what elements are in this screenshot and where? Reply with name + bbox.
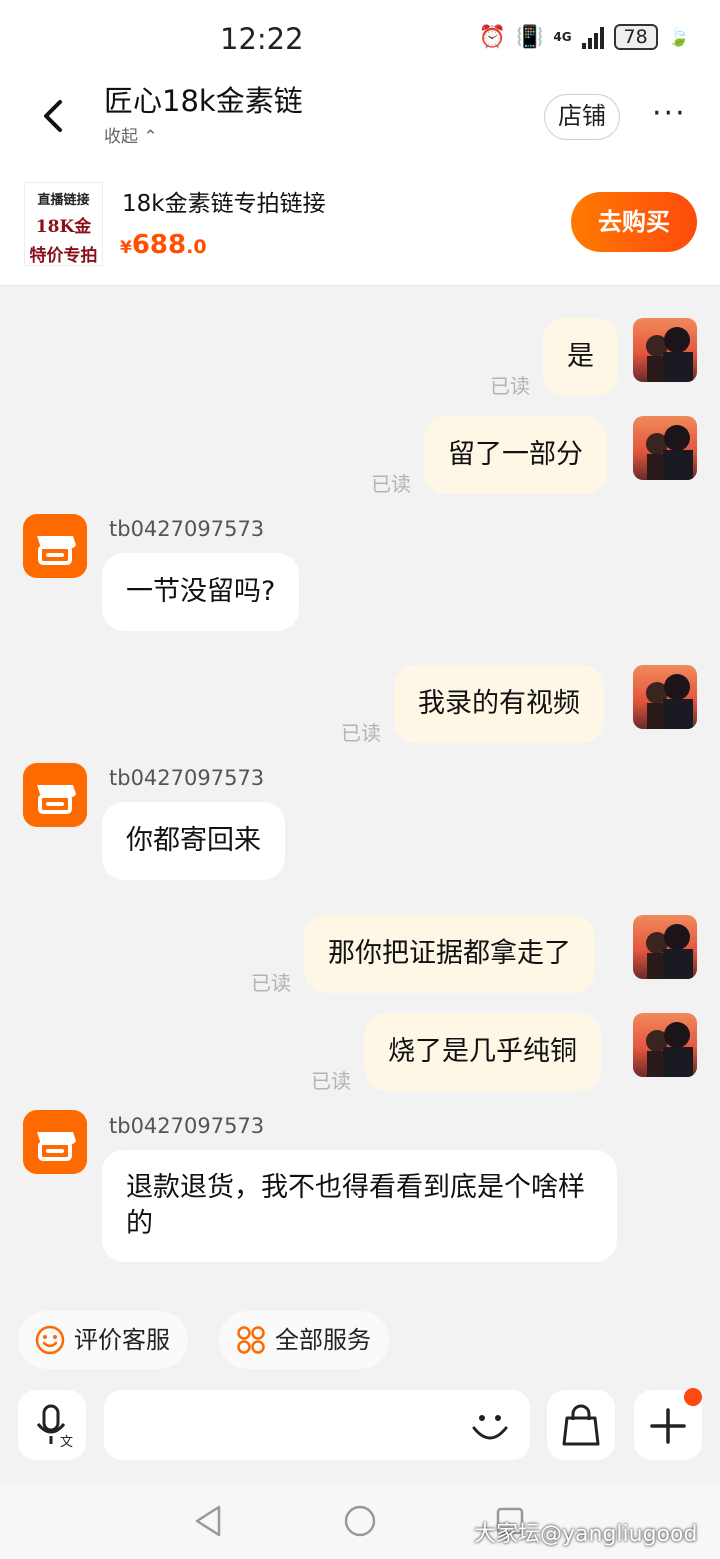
user-avatar[interactable] [633,318,697,382]
notification-dot [684,1388,702,1406]
emoji-icon[interactable] [468,1404,512,1448]
read-receipt: 已读 [311,1069,351,1093]
input-bar: 文 [0,1380,720,1480]
voice-input-button[interactable]: 文 [18,1390,86,1460]
network-type: 4G [553,30,572,44]
rate-service-label: 评价客服 [74,1326,170,1354]
collapse-toggle[interactable]: 收起 ⌃ [104,122,158,147]
watermark: 大家坛@yangliugood [474,1522,698,1547]
sender-name: tb0427097573 [109,517,265,541]
buy-button[interactable]: 去购买 [571,192,697,252]
message-bubble-incoming[interactable]: 一节没留吗? [102,553,300,631]
back-arrow-icon[interactable] [30,92,78,140]
user-avatar[interactable] [633,1013,697,1077]
message-bubble-outgoing[interactable]: 留了一部分 [424,416,607,494]
smiley-icon [35,1325,65,1355]
collapse-label: 收起 [104,127,138,147]
user-avatar[interactable] [633,665,697,729]
chevron-up-icon: ⌃ [143,127,158,147]
message-bubble-outgoing[interactable]: 是 [543,318,618,396]
shop-avatar-icon[interactable] [23,763,87,827]
status-time: 12:22 [220,22,304,56]
svg-text:文: 文 [60,1435,73,1450]
product-price: ¥688.0 [120,230,207,260]
battery-level: 78 [613,24,658,50]
vibrate-icon: 📳 [515,24,544,50]
sender-name: tb0427097573 [109,766,265,790]
rate-service-button[interactable]: 评价客服 [18,1311,188,1369]
product-thumbnail: 直播链接 18K金 特价专拍 [24,182,103,266]
read-receipt: 已读 [341,721,381,745]
alarm-icon: ⏰ [478,24,506,50]
chat-header: 匠心18k金素链 收起 ⌃ 店铺 ··· [0,78,720,168]
message-bubble-outgoing[interactable]: 那你把证据都拿走了 [304,915,595,993]
message-bubble-incoming[interactable]: 你都寄回来 [102,802,285,880]
message-bubble-incoming[interactable]: 退款退货，我不也得看看到底是个啥样的 [102,1150,617,1262]
all-services-button[interactable]: 全部服务 [219,1311,389,1369]
microphone-icon: 文 [36,1404,73,1450]
read-receipt: 已读 [490,374,530,398]
user-avatar[interactable] [633,915,697,979]
shop-name: 匠心18k金素链 [104,84,303,118]
more-options-icon[interactable]: ··· [652,96,687,131]
message-input[interactable] [104,1390,530,1460]
store-button[interactable]: 店铺 [544,94,620,140]
message-bubble-outgoing[interactable]: 烧了是几乎纯铜 [364,1013,601,1091]
leaf-icon: 🍃 [667,26,690,48]
user-avatar[interactable] [633,416,697,480]
grid-icon [237,1326,265,1354]
all-services-label: 全部服务 [275,1326,371,1354]
shop-avatar-icon[interactable] [23,1110,87,1174]
shopping-bag-button[interactable] [547,1390,615,1460]
message-bubble-outgoing[interactable]: 我录的有视频 [394,665,604,743]
shop-avatar-icon[interactable] [23,514,87,578]
sender-name: tb0427097573 [109,1114,265,1138]
read-receipt: 已读 [251,971,291,995]
product-card[interactable]: 直播链接 18K金 特价专拍 18k金素链专拍链接 ¥688.0 去购买 [0,168,720,286]
home-nav-icon[interactable] [342,1503,378,1539]
more-actions-button[interactable] [634,1388,702,1460]
back-nav-icon[interactable] [191,1503,227,1539]
shopping-bag-icon [562,1404,600,1446]
status-bar: 12:22 ⏰ 📳 4G 78 🍃 [0,0,720,78]
read-receipt: 已读 [371,472,411,496]
product-title: 18k金素链专拍链接 [122,191,326,217]
signal-icon [581,25,604,49]
status-icons: ⏰ 📳 4G 78 🍃 [479,24,690,50]
